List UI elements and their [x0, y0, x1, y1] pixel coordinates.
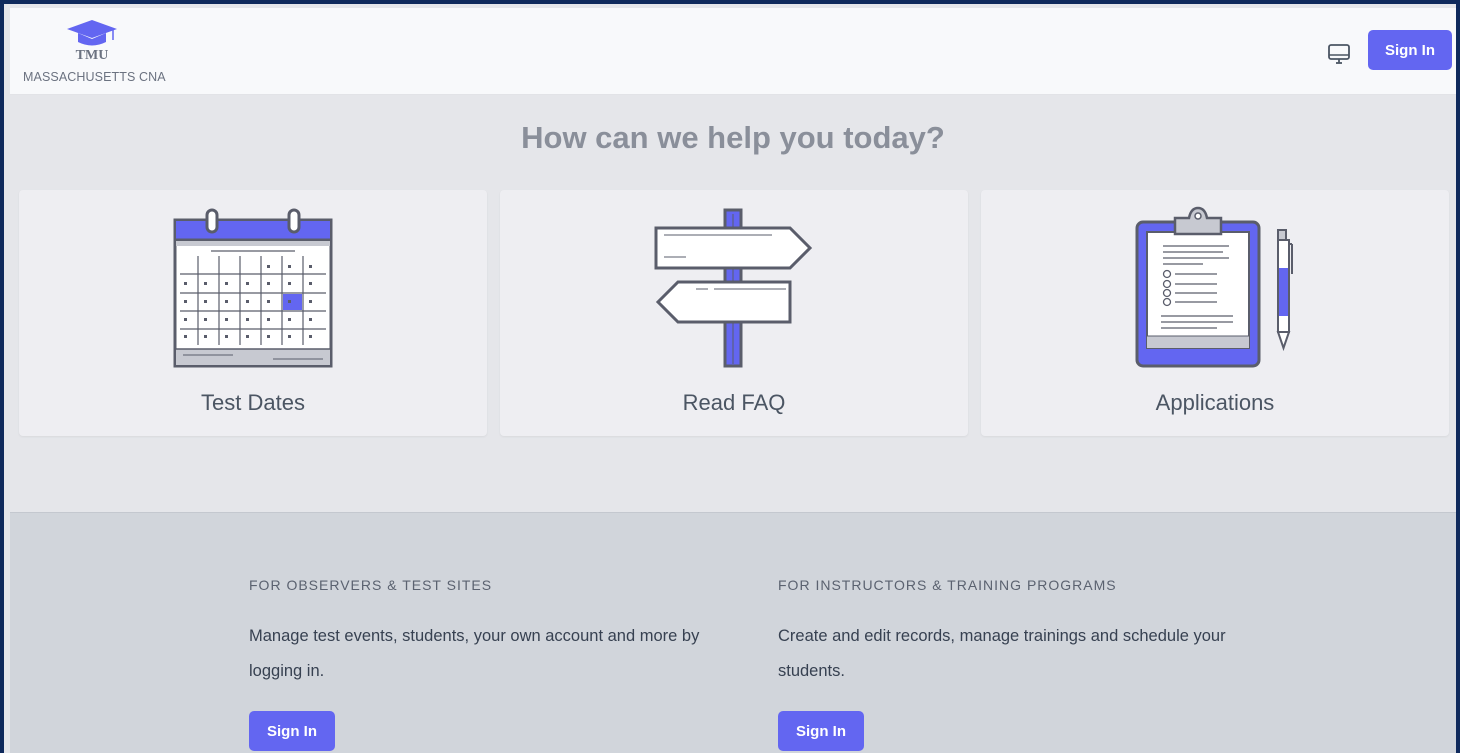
- card-applications[interactable]: Applications: [981, 190, 1449, 436]
- card-test-dates[interactable]: Test Dates: [19, 190, 487, 436]
- instructors-sign-in-button[interactable]: Sign In: [778, 711, 864, 751]
- display-toggle-button[interactable]: [1326, 41, 1352, 67]
- card-label-read-faq: Read FAQ: [682, 390, 786, 415]
- signpost-icon: [654, 208, 813, 368]
- instructors-heading: FOR INSTRUCTORS & TRAINING PROGRAMS: [778, 577, 1117, 593]
- observers-heading: FOR OBSERVERS & TEST SITES: [249, 577, 493, 593]
- header-sign-in-button[interactable]: Sign In: [1368, 30, 1452, 70]
- graduation-cap-icon: [67, 20, 117, 46]
- top-header: TMU MASSACHUSETTS CNA Sign In: [10, 8, 1456, 95]
- instructors-description: Create and edit records, manage training…: [778, 627, 1226, 680]
- observers-sign-in-button[interactable]: Sign In: [249, 711, 335, 751]
- monitor-icon: [1328, 44, 1350, 64]
- logo-tmu-text: TMU: [75, 48, 109, 63]
- card-label-applications: Applications: [1155, 390, 1275, 415]
- observers-description: Manage test events, students, your own a…: [249, 627, 700, 680]
- page-frame: TMU MASSACHUSETTS CNA Sign In How can we…: [0, 0, 1460, 753]
- calendar-icon: [173, 208, 333, 368]
- logo-subtitle: MASSACHUSETTS CNA: [23, 70, 166, 84]
- clipboard-icon: [1135, 206, 1293, 368]
- page-title: How can we help you today?: [521, 120, 945, 155]
- card-read-faq[interactable]: Read FAQ: [500, 190, 968, 436]
- card-label-test-dates: Test Dates: [201, 390, 305, 415]
- site-logo[interactable]: TMU MASSACHUSETTS CNA: [22, 16, 172, 86]
- footer-section: FOR OBSERVERS & TEST SITES Manage test e…: [10, 512, 1456, 753]
